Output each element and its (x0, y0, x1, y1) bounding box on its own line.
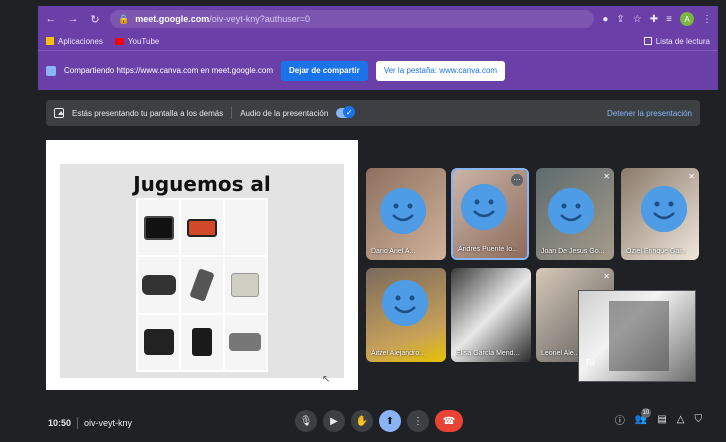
desktop-computer-image (224, 257, 266, 313)
address-bar[interactable]: 🔒 meet.google.com/oiv-veyt-kny?authuser=… (110, 10, 595, 28)
self-view-tile[interactable]: Tú (578, 290, 696, 382)
participant-name: Leonel Ale... (541, 350, 580, 357)
meeting-time: 10:50 (48, 418, 72, 428)
reading-list-label: Lista de lectura (655, 36, 710, 46)
microphone-icon[interactable]: 🎙 (295, 410, 317, 432)
media-icon[interactable]: ≡ (666, 14, 672, 25)
star-icon[interactable]: ☆ (633, 14, 642, 25)
participant-tile[interactable]: ✕ Oziel Enrique Gar... (621, 168, 699, 260)
meeting-controls-bar: 10:50 oiv-veyt-kny 🎙 ▶ ✋ ⬆ ⋮ ☎ ⓘ 👥 10 ▤ △… (40, 404, 726, 442)
slide: Juguemos al memorama (60, 164, 344, 378)
extension-icon[interactable]: ✚ (650, 14, 658, 25)
participant-tile[interactable]: Elisa García Mend... (451, 268, 531, 362)
blank-card (224, 200, 266, 256)
memory-game-image (136, 198, 268, 372)
participant-name: Elisa García Mend... (456, 350, 520, 357)
bookmark-label: Aplicaciones (58, 36, 103, 46)
youtube-icon (114, 37, 124, 45)
url-host: meet.google.com (135, 14, 210, 24)
host-controls-icon[interactable]: ⛉ (695, 414, 703, 425)
activities-icon[interactable]: △ (677, 414, 685, 425)
old-tv-image (138, 314, 180, 370)
people-icon[interactable]: 👥 10 (635, 408, 651, 425)
participant-tile[interactable]: Dario Ariel A... (366, 168, 446, 260)
reload-icon[interactable]: ↻ (88, 12, 102, 26)
self-label: Tú (585, 358, 595, 367)
browser-toolbar: ← → ↻ 🔒 meet.google.com/oiv-veyt-kny?aut… (38, 6, 718, 32)
participant-name: Andres Puente Io... (458, 246, 518, 253)
cellphone-image (181, 257, 223, 313)
video-feed (451, 268, 531, 362)
bookmark-youtube[interactable]: YouTube (114, 36, 160, 46)
face-blur-emoji (380, 188, 426, 234)
tablet-image (181, 200, 223, 256)
menu-icon[interactable]: ⋮ (702, 14, 712, 25)
side-panel-controls: ⓘ 👥 10 ▤ △ ⛉ (615, 408, 703, 427)
meet-window: ← → ↻ 🔒 meet.google.com/oiv-veyt-kny?aut… (0, 0, 726, 442)
hang-up-icon[interactable]: ☎ (435, 410, 463, 432)
presentation-audio-label: Audio de la presentación (240, 108, 329, 118)
participants-count-badge: 10 (640, 408, 651, 418)
show-tab-button[interactable]: Ver la pestaña: www.canva.com (375, 60, 506, 81)
present-now-icon[interactable]: ⬆ (379, 410, 401, 432)
face-blur-emoji (641, 186, 687, 232)
bookmarks-bar: Aplicaciones YouTube Lista de lectura (38, 32, 718, 50)
chat-icon[interactable]: ▤ (657, 414, 666, 425)
lock-icon: 🔒 (118, 13, 130, 24)
participant-tile[interactable]: ✕ Joan De Jesus Go... (536, 168, 614, 260)
face-blur-emoji (382, 280, 428, 326)
back-icon[interactable]: ← (44, 12, 58, 26)
share-page-icon[interactable]: ⇪ (616, 14, 624, 25)
presenting-text: Estás presentando tu pantalla a los demá… (72, 108, 224, 118)
reading-list-button[interactable]: Lista de lectura (643, 36, 710, 46)
sharing-notice-bar: Compartiendo https://www.canva.com en me… (38, 50, 718, 90)
shared-screen: Juguemos al memorama ↖ (46, 140, 358, 390)
bookmark-apps[interactable]: Aplicaciones (46, 37, 103, 46)
more-options-icon[interactable]: ⋯ (511, 174, 523, 186)
profile-avatar[interactable]: A (680, 12, 694, 26)
presenting-banner: Estás presentando tu pantalla a los demá… (46, 100, 700, 126)
stop-sharing-button[interactable]: Dejar de compartir (281, 60, 368, 81)
reading-list-icon (643, 37, 652, 45)
url-path: /oiv-veyt-kny?authuser=0 (209, 14, 311, 24)
face-blur-emoji (548, 188, 594, 234)
self-video-content (609, 301, 669, 371)
participant-name: Oziel Enrique Gar... (626, 248, 688, 255)
more-options-icon[interactable]: ⋮ (407, 410, 429, 432)
participant-name: Joan De Jesus Go... (541, 248, 605, 255)
presentation-audio-toggle[interactable] (336, 106, 356, 118)
raise-hand-icon[interactable]: ✋ (351, 410, 373, 432)
participant-tile[interactable]: ⋯ Andres Puente Io... (451, 168, 529, 260)
face-blur-emoji (461, 184, 507, 230)
boombox-image (138, 257, 180, 313)
fingerprint-device-image (181, 314, 223, 370)
camera-icon[interactable]: ● (602, 14, 608, 25)
meeting-code: oiv-veyt-kny (84, 418, 133, 428)
screen-share-icon (46, 65, 56, 76)
tv-image (138, 200, 180, 256)
divider (231, 107, 233, 119)
participant-tile[interactable]: Aitzel Alejandro... (366, 268, 446, 362)
present-screen-icon (54, 108, 64, 118)
forward-icon[interactable]: → (66, 12, 80, 26)
camera-image (224, 314, 266, 370)
participant-name: Dario Ariel A... (371, 248, 416, 255)
mouse-cursor-icon: ↖ (322, 374, 331, 385)
apps-icon (46, 37, 54, 45)
participant-name: Aitzel Alejandro... (371, 350, 426, 357)
bookmark-label: YouTube (127, 36, 160, 46)
mic-muted-icon: ✕ (688, 172, 695, 181)
mic-muted-icon: ✕ (603, 272, 610, 281)
meeting-details-icon[interactable]: ⓘ (615, 412, 625, 427)
sharing-notice-text: Compartiendo https://www.canva.com en me… (64, 66, 273, 75)
mic-muted-icon: ✕ (603, 172, 610, 181)
stop-presenting-button[interactable]: Detener la presentación (607, 109, 692, 118)
call-controls: 🎙 ▶ ✋ ⬆ ⋮ ☎ (295, 410, 463, 432)
browser-actions: ● ⇪ ☆ ✚ ≡ A ⋮ (602, 12, 712, 26)
divider (77, 417, 79, 429)
camera-toggle-icon[interactable]: ▶ (323, 410, 345, 432)
